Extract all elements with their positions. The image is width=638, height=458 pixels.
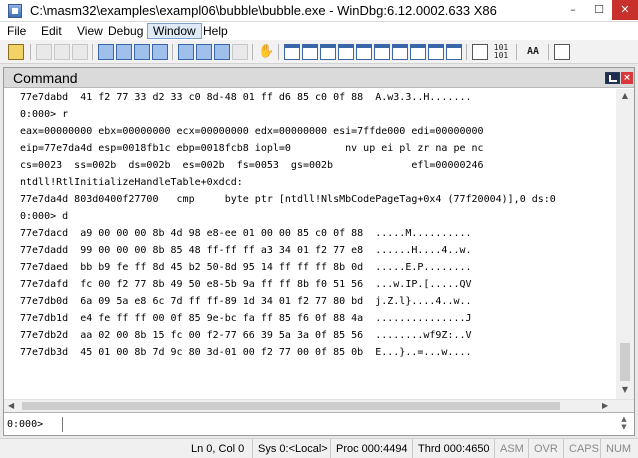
prompt-divider [62, 417, 63, 432]
scratch-pad-icon[interactable] [410, 44, 426, 60]
toolbar-separator [466, 44, 467, 60]
status-asm: ASM [494, 439, 524, 458]
output-line: 77e7db1d e4 fe ff ff 00 0f 85 9e-bc fa f… [20, 313, 472, 324]
status-caps: CAPS [563, 439, 599, 458]
close-window-button[interactable]: ✕ [612, 0, 638, 20]
run-to-cursor-icon[interactable] [232, 44, 248, 60]
scroll-up-arrow-icon[interactable]: ▲ [616, 89, 634, 103]
input-spin-icon[interactable]: ▲ ▼ [616, 415, 632, 433]
output-line: 0:000> r [20, 109, 69, 120]
status-ovr: OVR [528, 439, 558, 458]
watch-window-icon[interactable] [302, 44, 318, 60]
options-icon[interactable] [554, 44, 570, 60]
toolbar-separator [548, 44, 549, 60]
step-over-icon[interactable] [196, 44, 212, 60]
output-line: 77e7dafd fc 00 f2 77 8b 49 50 e8-5b 9a f… [20, 279, 472, 290]
dock-icon[interactable] [605, 72, 620, 84]
step-out-icon[interactable] [214, 44, 230, 60]
command-window: Command × 77e7dabd 41 f2 77 33 d2 33 c0 … [3, 67, 635, 436]
command-window-title: Command [13, 70, 78, 86]
command-output[interactable]: 77e7dabd 41 f2 77 33 d2 33 c0 8d-48 01 f… [4, 89, 616, 412]
registers-window-icon[interactable] [338, 44, 354, 60]
paste-icon[interactable] [72, 44, 88, 60]
close-pane-button[interactable]: × [621, 72, 633, 84]
scroll-right-arrow-icon[interactable]: ▶ [602, 400, 614, 412]
toolbar-separator [172, 44, 173, 60]
windbg-app-icon[interactable] [8, 4, 22, 18]
menu-edit[interactable]: Edit [36, 23, 67, 39]
copy-icon[interactable] [54, 44, 70, 60]
title-bar: C:\masm32\examples\exampl06\bubble\bubbl… [0, 0, 638, 22]
window-title: C:\masm32\examples\exampl06\bubble\bubbl… [30, 3, 497, 18]
step-into-icon[interactable] [178, 44, 194, 60]
menu-bar: File Edit View Debug Window Help [0, 22, 638, 40]
menu-window[interactable]: Window [147, 23, 202, 39]
toolbar: ✋ 101 101 AA [0, 40, 638, 64]
stop-debugging-icon[interactable] [134, 44, 150, 60]
minimize-button[interactable]: – [560, 0, 586, 20]
command-input-row: 0:000> ▲ ▼ [4, 412, 634, 435]
menu-file[interactable]: File [2, 23, 31, 39]
status-bar: Ln 0, Col 0 Sys 0:<Local> Proc 000:4494 … [0, 438, 638, 458]
processes-threads-icon[interactable] [428, 44, 444, 60]
toolbar-separator [278, 44, 279, 60]
status-line-col: Ln 0, Col 0 [191, 443, 245, 455]
output-line: 77e7da4d 803d0400f27700 cmp byte ptr [nt… [20, 194, 556, 205]
font-icon[interactable]: AA [522, 44, 544, 60]
menu-debug[interactable]: Debug [103, 23, 148, 39]
output-line: 77e7daed bb b9 fe ff 8d 45 b2 50-8d 95 1… [20, 262, 472, 273]
restart-icon[interactable] [116, 44, 132, 60]
locals-window-icon[interactable] [320, 44, 336, 60]
output-line: 77e7dabd 41 f2 77 33 d2 33 c0 8d-48 01 f… [20, 92, 472, 103]
vertical-scroll-thumb[interactable] [620, 343, 630, 381]
source-mode-toggle-icon[interactable] [472, 44, 488, 60]
toolbar-separator [252, 44, 253, 60]
breakpoint-hand-icon[interactable]: ✋ [258, 44, 274, 60]
go-icon[interactable] [98, 44, 114, 60]
open-file-icon[interactable] [8, 44, 24, 60]
status-system: Sys 0:<Local> [252, 439, 328, 458]
output-line: 0:000> d [20, 211, 69, 222]
output-line: 77e7db0d 6a 09 5a e8 6c 7d ff ff-89 1d 3… [20, 296, 472, 307]
scroll-left-arrow-icon[interactable]: ◀ [8, 400, 20, 412]
output-line: eip=77e7da4d esp=0018fb1c ebp=0018fcb8 i… [20, 143, 484, 154]
command-window-icon[interactable] [284, 44, 300, 60]
maximize-button[interactable]: ☐ [586, 0, 612, 20]
vertical-scrollbar[interactable]: ▲ ▼ [616, 89, 634, 399]
output-line: ntdll!RtlInitializeHandleTable+0xdcd: [20, 177, 243, 188]
hex-mode-icon[interactable]: 101 101 [490, 44, 512, 60]
output-line: 77e7dadd 99 00 00 00 8b 85 48 ff-ff ff a… [20, 245, 472, 256]
memory-window-icon[interactable] [356, 44, 372, 60]
output-line: 77e7db3d 45 01 00 8b 7d 9c 80 3d-01 00 f… [20, 347, 472, 358]
output-line: 77e7dacd a9 00 00 00 8b 4d 98 e8-ee 01 0… [20, 228, 472, 239]
horizontal-scrollbar[interactable]: ◀ ▶ [4, 399, 634, 412]
scroll-down-arrow-icon[interactable]: ▼ [616, 383, 634, 397]
source-mode-icon[interactable] [446, 44, 462, 60]
call-stack-window-icon[interactable] [374, 44, 390, 60]
command-window-header: Command × [4, 68, 634, 88]
command-input[interactable] [66, 416, 614, 433]
menu-help[interactable]: Help [198, 23, 233, 39]
horizontal-scroll-thumb[interactable] [22, 402, 560, 410]
toolbar-separator [92, 44, 93, 60]
command-prompt: 0:000> [7, 419, 44, 430]
disassembly-window-icon[interactable] [392, 44, 408, 60]
output-line: cs=0023 ss=002b ds=002b es=002b fs=0053 … [20, 160, 484, 171]
status-process: Proc 000:4494 [330, 439, 408, 458]
status-thread: Thrd 000:4650 [412, 439, 490, 458]
toolbar-separator [516, 44, 517, 60]
status-num: NUM [600, 439, 631, 458]
output-line: eax=00000000 ebx=00000000 ecx=00000000 e… [20, 126, 484, 137]
cut-icon[interactable] [36, 44, 52, 60]
output-line: 77e7db2d aa 02 00 8b 15 fc 00 f2-77 66 3… [20, 330, 472, 341]
toolbar-separator [30, 44, 31, 60]
break-icon[interactable] [152, 44, 168, 60]
